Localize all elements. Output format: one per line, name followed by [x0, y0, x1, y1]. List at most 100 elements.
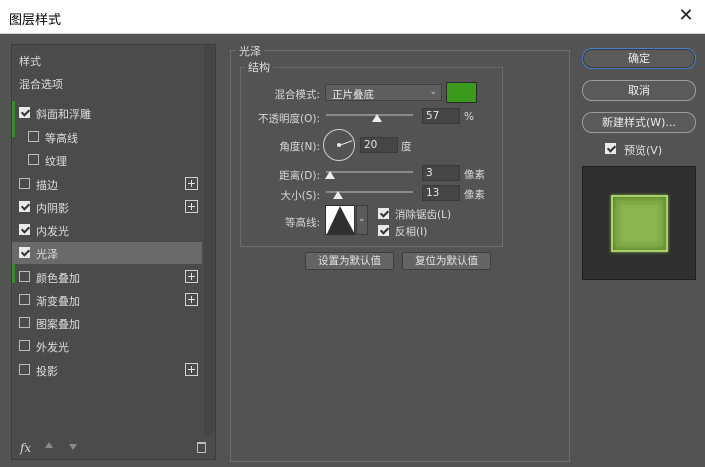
sidebar-item-checkbox[interactable] — [19, 107, 30, 118]
satin-color-swatch[interactable] — [446, 82, 477, 103]
styles-header[interactable]: 样式 — [12, 49, 202, 71]
add-effect-icon[interactable] — [185, 270, 198, 283]
style-preview — [582, 166, 696, 280]
blend-options-item[interactable]: 混合选项 — [12, 72, 202, 94]
sidebar-item-checkbox[interactable] — [28, 154, 39, 165]
angle-unit: 度 — [401, 141, 412, 153]
sidebar-item-checkbox[interactable] — [19, 178, 30, 189]
preview-label: 预览(V) — [624, 144, 663, 157]
distance-unit: 像素 — [464, 169, 485, 181]
sidebar-item[interactable]: 图案叠加 — [12, 312, 202, 334]
size-slider-thumb[interactable] — [333, 191, 343, 199]
structure-group-title: 结构 — [245, 59, 273, 75]
sidebar-item[interactable]: 内发光 — [12, 219, 202, 241]
ok-button[interactable]: 确定 — [582, 48, 696, 69]
sidebar-item[interactable]: 斜面和浮雕 — [12, 102, 202, 124]
sidebar-item-checkbox[interactable] — [19, 201, 30, 212]
angle-dial-center — [337, 143, 341, 147]
sidebar-item[interactable]: 内阴影 — [12, 196, 202, 218]
list-scrollbar[interactable] — [204, 46, 214, 436]
distance-label: 距离(D): — [279, 170, 320, 182]
blend-mode-label: 混合模式: — [274, 89, 320, 101]
sidebar-item-checkbox[interactable] — [19, 294, 30, 305]
sidebar-item-label: 纹理 — [45, 155, 67, 168]
sidebar-item[interactable]: 等高线 — [12, 126, 202, 148]
styles-list-panel: 样式 混合选项 斜面和浮雕 等高线纹理描边内阴影内发光光泽颜色叠加渐变叠加图案叠加… — [11, 44, 216, 460]
opacity-unit: % — [464, 111, 474, 123]
blend-mode-select[interactable]: 正片叠底 ⌄ — [325, 84, 442, 101]
sidebar-item[interactable]: 描边 — [12, 173, 202, 195]
add-effect-icon[interactable] — [185, 363, 198, 376]
reset-default-button[interactable]: 复位为默认值 — [402, 252, 491, 270]
window-title: 图层样式 — [9, 13, 62, 28]
add-effect-icon[interactable] — [185, 200, 198, 213]
sidebar-item-checkbox[interactable] — [19, 317, 30, 328]
sidebar-item[interactable]: 颜色叠加 — [12, 266, 202, 288]
sidebar-item-label: 渐变叠加 — [36, 295, 80, 308]
add-effect-icon[interactable] — [185, 293, 198, 306]
angle-input[interactable]: 20 — [360, 137, 398, 153]
sidebar-item[interactable]: 光泽 — [12, 242, 202, 264]
effects-toolbar: fx — [12, 437, 215, 459]
sidebar-item-label: 光泽 — [36, 248, 58, 261]
contour-dropdown[interactable]: ⌄ — [356, 205, 368, 235]
add-effect-icon[interactable] — [185, 177, 198, 190]
new-style-button[interactable]: 新建样式(W)... — [582, 112, 696, 133]
distance-value: 3 — [426, 167, 433, 179]
trash-icon[interactable] — [197, 442, 206, 453]
distance-slider[interactable] — [326, 171, 413, 173]
sidebar-item-label: 投影 — [36, 365, 58, 378]
opacity-value: 57 — [426, 110, 440, 122]
cancel-button[interactable]: 取消 — [582, 80, 696, 101]
size-label: 大小(S): — [280, 190, 320, 202]
anti-alias-label: 消除锯齿(L) — [395, 209, 452, 221]
distance-input[interactable]: 3 — [422, 165, 460, 181]
opacity-label: 不透明度(O): — [258, 113, 320, 125]
sidebar-item[interactable]: 投影 — [12, 359, 202, 381]
contour-label: 等高线: — [284, 217, 320, 229]
title-bar: 图层样式 ✕ — [0, 0, 705, 34]
move-down-icon[interactable] — [69, 444, 77, 450]
chevron-down-icon: ⌄ — [358, 214, 366, 224]
close-icon[interactable]: ✕ — [677, 6, 695, 26]
sidebar-item-label: 内阴影 — [36, 202, 69, 215]
size-unit: 像素 — [464, 189, 485, 201]
sidebar-item-checkbox[interactable] — [28, 131, 39, 142]
opacity-slider-thumb[interactable] — [372, 114, 382, 122]
invert-checkbox[interactable] — [378, 225, 389, 236]
contour-preview[interactable] — [325, 205, 355, 235]
angle-needle — [339, 140, 353, 146]
set-default-button[interactable]: 设置为默认值 — [305, 252, 394, 270]
sidebar-item-label: 描边 — [36, 179, 58, 192]
invert-label: 反相(I) — [395, 226, 428, 238]
sidebar-item[interactable]: 外发光 — [12, 335, 202, 357]
size-value: 13 — [426, 187, 440, 199]
anti-alias-checkbox[interactable] — [378, 208, 389, 219]
sidebar-item-label: 图案叠加 — [36, 318, 80, 331]
preview-checkbox[interactable] — [605, 143, 616, 154]
size-input[interactable]: 13 — [422, 185, 460, 201]
angle-label: 角度(N): — [279, 141, 320, 153]
opacity-input[interactable]: 57 — [422, 108, 460, 124]
blend-options-label: 混合选项 — [19, 78, 63, 91]
styles-header-label: 样式 — [19, 55, 41, 68]
sidebar-item-checkbox[interactable] — [19, 271, 30, 282]
blend-mode-value: 正片叠底 — [332, 89, 374, 101]
sidebar-item-checkbox[interactable] — [19, 340, 30, 351]
move-up-icon[interactable] — [45, 442, 53, 448]
preview-swatch — [611, 195, 668, 252]
opacity-slider[interactable] — [326, 114, 413, 116]
fx-icon[interactable]: fx — [20, 441, 31, 455]
sidebar-item-label: 内发光 — [36, 225, 69, 238]
sidebar-item[interactable]: 渐变叠加 — [12, 289, 202, 311]
distance-slider-thumb[interactable] — [325, 171, 335, 179]
angle-value: 20 — [364, 139, 378, 151]
sidebar-item[interactable]: 纹理 — [12, 149, 202, 171]
sidebar-item-checkbox[interactable] — [19, 364, 30, 375]
sidebar-item-checkbox[interactable] — [19, 224, 30, 235]
sidebar-item-label: 外发光 — [36, 341, 69, 354]
sidebar-item-checkbox[interactable] — [19, 247, 30, 258]
chevron-down-icon: ⌄ — [429, 87, 437, 97]
contour-curve-icon — [326, 206, 354, 234]
angle-dial[interactable] — [323, 129, 355, 161]
